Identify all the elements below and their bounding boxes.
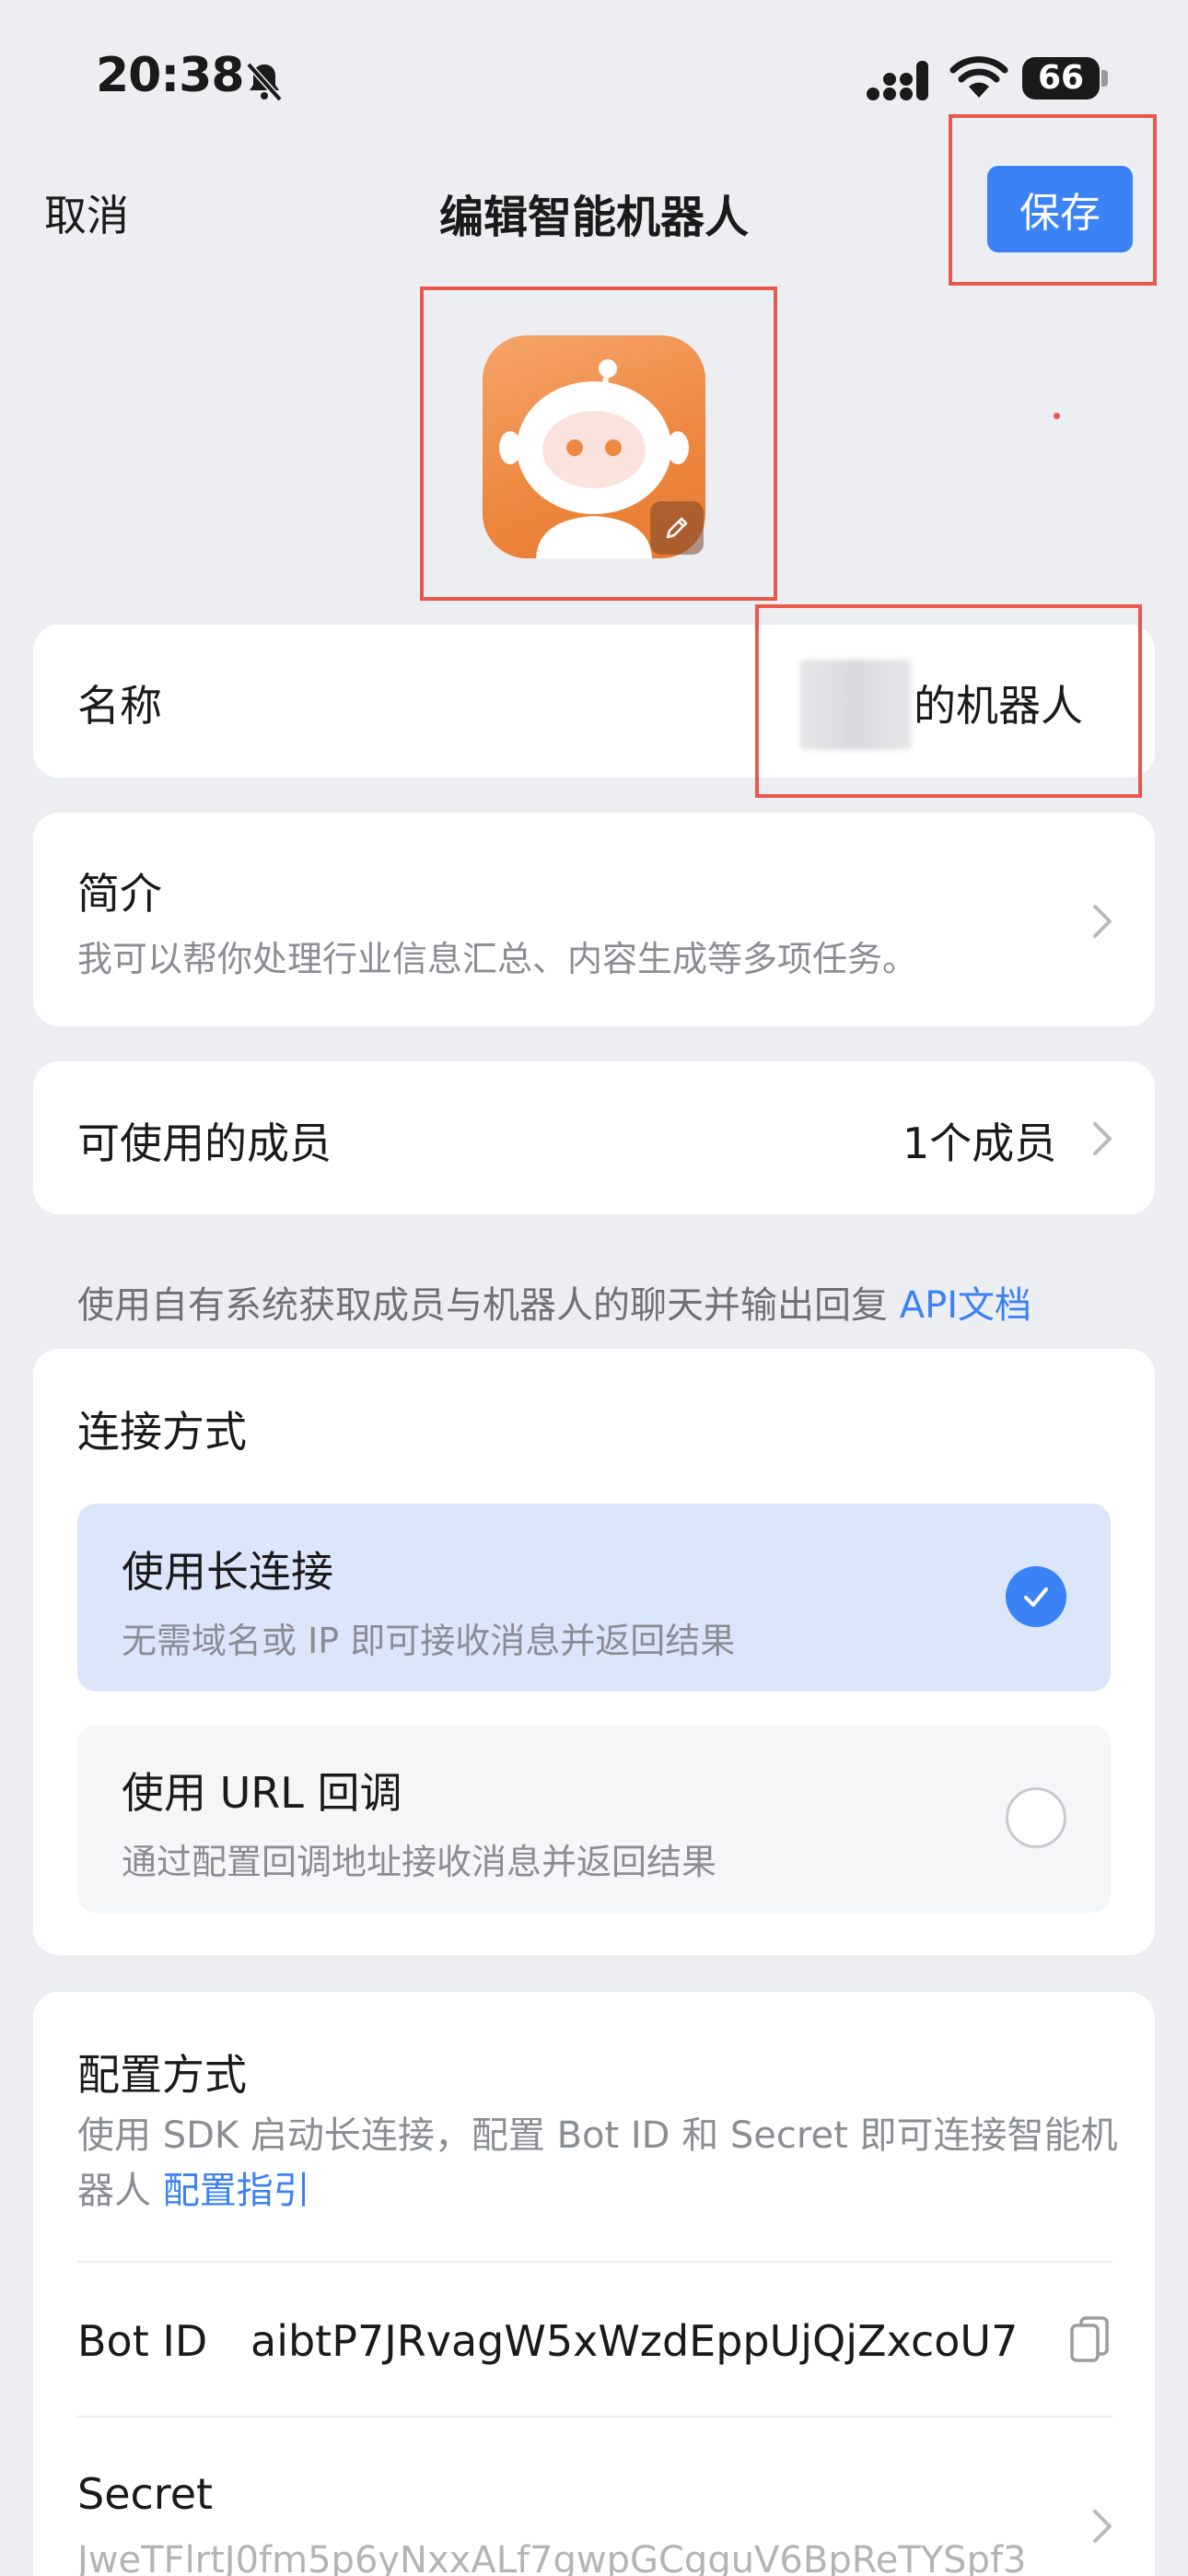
battery-level: 66 (1022, 57, 1100, 100)
status-time: 20:38 (96, 48, 245, 103)
option-url-callback[interactable]: 使用 URL 回调 通过配置回调地址接收消息并返回结果 (77, 1725, 1111, 1913)
option-title: 使用 URL 回调 (122, 1768, 402, 1818)
chevron-right-icon (1093, 905, 1112, 938)
secret-label: Secret (77, 2469, 214, 2519)
intro-description: 我可以帮你处理行业信息汇总、内容生成等多项任务。 (77, 939, 918, 979)
bell-slash-icon (246, 62, 283, 102)
divider (77, 2261, 1112, 2263)
members-value: 1个成员 (903, 1118, 1057, 1168)
api-note-text: 使用自有系统获取成员与机器人的聊天并输出回复 (77, 1284, 888, 1327)
bot-id-value: aibtP7JRvagW5xWzdEppUjQjZxcoU7 (250, 2316, 1019, 2366)
battery-icon: 66 (1022, 57, 1109, 100)
option-subtitle: 无需域名或 IP 即可接收消息并返回结果 (122, 1621, 736, 1661)
highlight-box-avatar (420, 287, 777, 601)
radio-unselected[interactable] (1006, 1787, 1066, 1848)
api-doc-link[interactable]: API文档 (900, 1284, 1031, 1327)
highlight-box-name (755, 604, 1142, 798)
highlight-box-save (949, 114, 1157, 286)
intro-row[interactable] (33, 813, 1155, 1026)
name-label: 名称 (77, 681, 162, 731)
wifi-icon (949, 56, 1008, 98)
divider (77, 2416, 1112, 2418)
config-title: 配置方式 (77, 2050, 247, 2100)
cancel-button[interactable]: 取消 (44, 182, 129, 243)
option-long-connection[interactable]: 使用长连接 无需域名或 IP 即可接收消息并返回结果 (77, 1504, 1111, 1692)
chevron-right-icon[interactable] (1090, 2508, 1114, 2545)
chevron-right-icon (1093, 1122, 1112, 1155)
config-description: 使用 SDK 启动长连接，配置 Bot ID 和 Secret 即可连接智能机器… (77, 2108, 1118, 2219)
intro-label: 简介 (77, 869, 162, 919)
bot-id-label: Bot ID (77, 2316, 208, 2366)
check-icon (1024, 1587, 1048, 1607)
config-guide-link[interactable]: 配置指引 (163, 2170, 310, 2212)
secret-value: JweTFlrtJ0fm5p6yNxxALf7gwpGCgguV6BpReTYS… (77, 2539, 1027, 2576)
annotation-dot (1054, 413, 1060, 419)
option-subtitle: 通过配置回调地址接收消息并返回结果 (122, 1842, 717, 1882)
api-note: 使用自有系统获取成员与机器人的聊天并输出回复 API文档 (77, 1275, 1031, 1329)
members-label: 可使用的成员 (77, 1118, 332, 1168)
radio-selected[interactable] (1006, 1566, 1066, 1627)
option-title: 使用长连接 (122, 1547, 333, 1597)
connection-title: 连接方式 (77, 1407, 247, 1457)
copy-icon[interactable] (1068, 2314, 1111, 2364)
signal-icon (867, 61, 928, 100)
